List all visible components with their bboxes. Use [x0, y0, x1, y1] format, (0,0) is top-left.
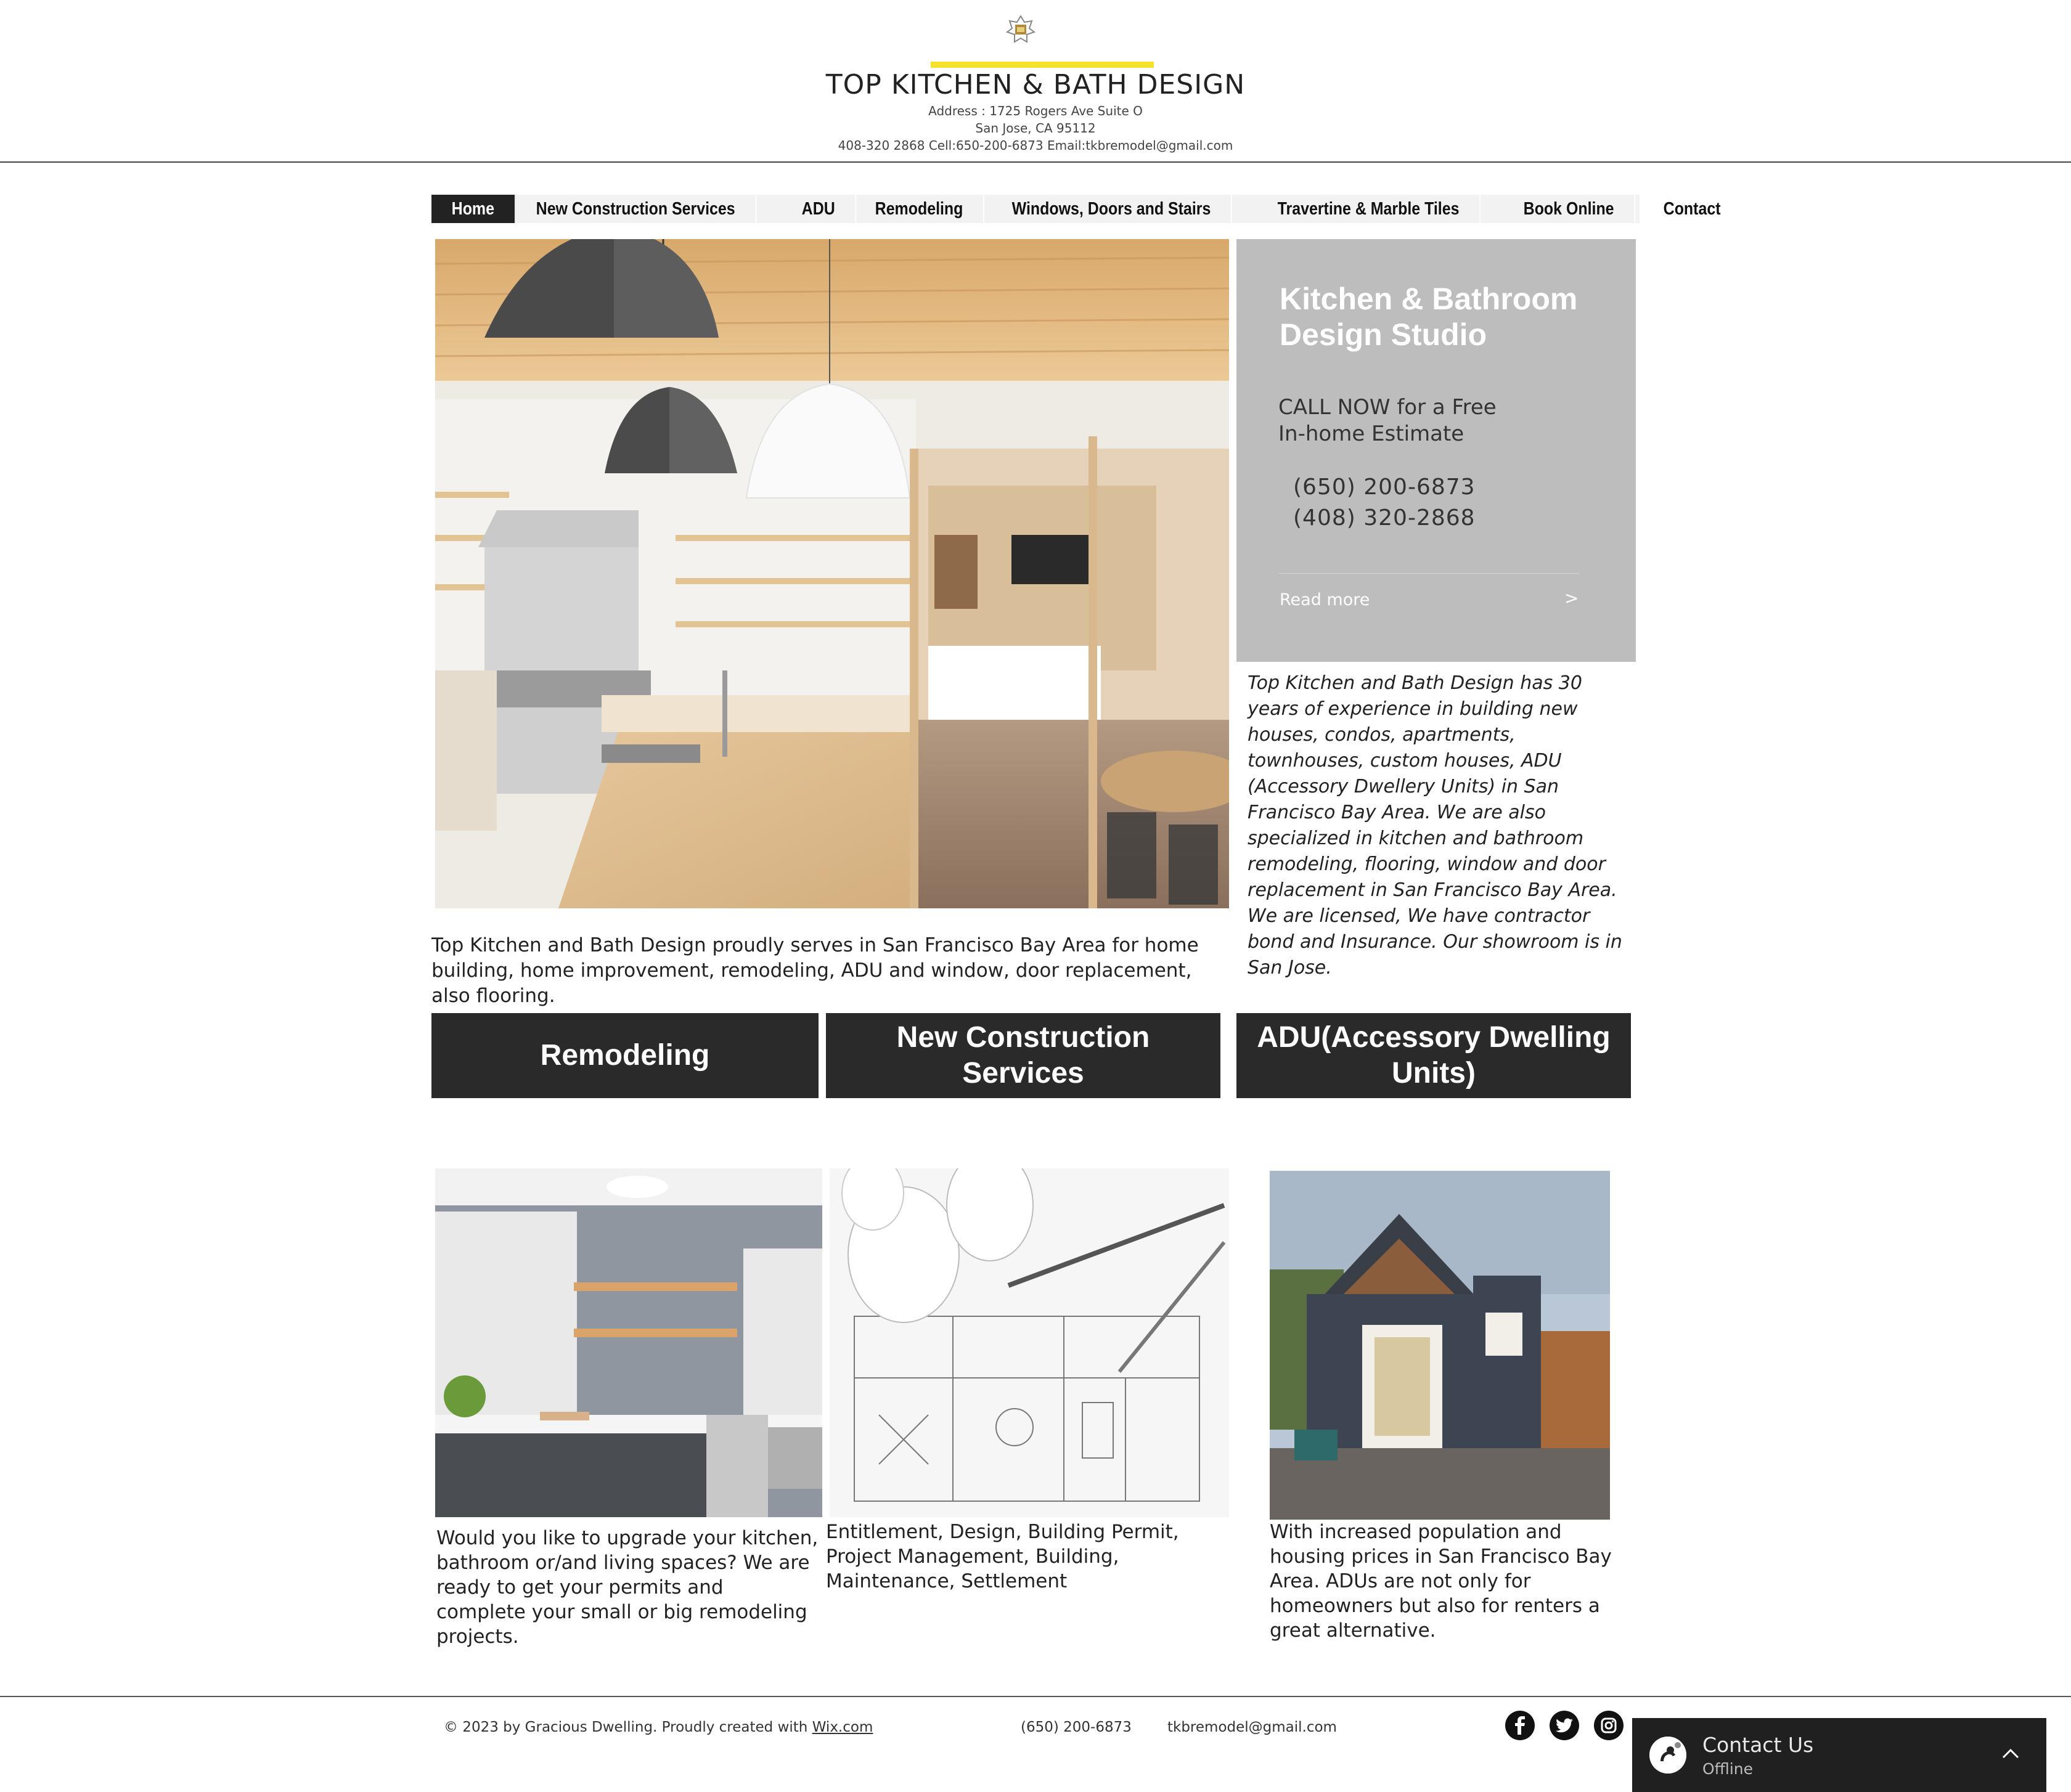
nav-item-remodeling[interactable]: Remodeling [855, 195, 984, 223]
blueprint-image [830, 1168, 1229, 1517]
remodeling-button[interactable]: Remodeling [431, 1013, 819, 1098]
about-text: Top Kitchen and Bath Design has 30 years… [1248, 672, 1622, 979]
remodeling-kitchen-image [435, 1168, 822, 1517]
nav-item-contact[interactable]: Contact [1643, 195, 1742, 223]
nav-item-windows-doors-stairs[interactable]: Windows, Doors and Stairs [992, 195, 1232, 223]
read-more-link[interactable]: Read more [1280, 590, 1370, 609]
construction-description: Entitlement, Design, Building Permit, Pr… [826, 1521, 1179, 1592]
service-area-text: Top Kitchen and Bath Design proudly serv… [431, 934, 1199, 1007]
remodeling-description: Would you like to upgrade your kitchen, … [436, 1527, 819, 1648]
chat-status: Offline [1702, 1760, 1754, 1778]
read-more-arrow-icon[interactable]: > [1564, 588, 1579, 608]
nav-item-home[interactable]: Home [431, 195, 516, 223]
chat-title: Contact Us [1702, 1733, 1814, 1757]
copyright: © 2023 by Gracious Dwelling. Proudly cre… [444, 1719, 873, 1735]
info-divider [1278, 573, 1579, 574]
contact-chat-widget[interactable]: Contact Us Offline [1632, 1718, 2046, 1792]
nav-item-travertine-marble[interactable]: Travertine & Marble Tiles [1257, 195, 1481, 223]
studio-title: Kitchen & Bathroom Design Studio [1280, 282, 1578, 352]
address-line-2: San Jose, CA 95112 [975, 121, 1096, 136]
wix-link[interactable]: Wix.com [812, 1719, 873, 1735]
instagram-icon[interactable] [1594, 1711, 1624, 1740]
facebook-icon[interactable] [1505, 1711, 1535, 1740]
hero-kitchen-image [435, 239, 1229, 908]
chat-avatar-icon [1649, 1737, 1686, 1774]
new-construction-button[interactable]: New Construction Services [826, 1013, 1220, 1098]
footer-divider [0, 1696, 2071, 1697]
adu-house-image [1270, 1171, 1610, 1520]
footer-email[interactable]: tkbremodel@gmail.com [1167, 1719, 1337, 1735]
studio-info-box: Kitchen & Bathroom Design Studio CALL NO… [1236, 239, 1636, 662]
main-nav: Home New Construction Services ADU Remod… [431, 195, 1742, 223]
header-divider [0, 161, 2071, 163]
nav-item-adu[interactable]: ADU [782, 195, 857, 223]
logo-icon[interactable] [1005, 15, 1036, 44]
nav-item-book-online[interactable]: Book Online [1503, 195, 1635, 223]
site-title[interactable]: TOP KITCHEN & BATH DESIGN [740, 69, 1331, 100]
phone-408[interactable]: (408) 320-2868 [1293, 505, 1476, 531]
nav-item-new-construction[interactable]: New Construction Services [516, 195, 756, 223]
adu-description: With increased population and housing pr… [1270, 1521, 1612, 1642]
address-line-1: Address : 1725 Rogers Ave Suite O [928, 104, 1143, 118]
phone-650[interactable]: (650) 200-6873 [1293, 474, 1476, 500]
accent-bar [931, 62, 1154, 68]
chevron-up-icon[interactable] [2000, 1743, 2022, 1765]
footer-phone: (650) 200-6873 [1021, 1719, 1132, 1735]
contact-line: 408-320 2868 Cell:650-200-6873 Email:tkb… [838, 138, 1233, 153]
adu-button[interactable]: ADU(Accessory Dwelling Units) [1236, 1013, 1631, 1098]
estimate-cta: CALL NOW for a Free In-home Estimate [1278, 395, 1497, 446]
twitter-icon[interactable] [1550, 1711, 1579, 1740]
